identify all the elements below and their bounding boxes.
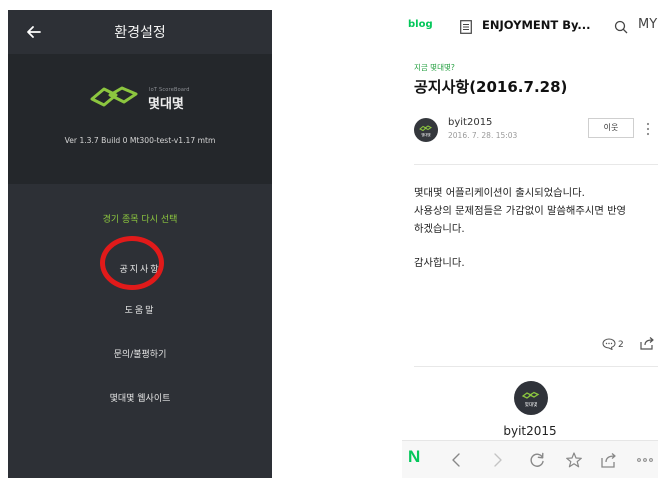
post-title: 공지사항(2016.7.28) — [414, 78, 568, 96]
body-line-2: 사용상의 문제점들은 가감없이 말씀해주시면 반영 — [414, 205, 627, 217]
menu-item-help[interactable]: 도움말 — [8, 303, 272, 316]
share-bottom-icon[interactable] — [600, 451, 618, 469]
avatar-large-text: 몇대몇 — [525, 401, 538, 408]
author-avatar-large[interactable]: 몇대몇 — [514, 381, 548, 415]
refresh-icon[interactable] — [528, 451, 546, 469]
blog-topbar: blog ENJOYMENT By... MY — [402, 10, 658, 46]
add-neighbor-button[interactable]: 이웃 — [588, 118, 634, 138]
naver-home-button[interactable]: N — [408, 447, 420, 467]
blog-logo[interactable]: blog — [408, 19, 433, 30]
post-category[interactable]: 지금 몇대몇? — [414, 62, 455, 73]
body-line-3: 하겠습니다. — [414, 223, 465, 235]
avatar-large-logo-icon: 몇대몇 — [521, 391, 540, 408]
more-options-icon[interactable] — [646, 122, 650, 136]
avatar-text: 몇대몇 — [421, 132, 430, 137]
version-text: Ver 1.3.7 Build 0 Mt300-test-v1.17 mtm — [64, 136, 216, 145]
highlight-circle — [100, 236, 164, 290]
more-dots-icon[interactable] — [636, 451, 654, 469]
my-button[interactable]: MY — [638, 17, 657, 32]
settings-header: 환경설정 — [8, 10, 272, 54]
brand-name: 몇대몇 — [148, 97, 184, 112]
blog-menu-icon[interactable] — [460, 20, 472, 34]
footer-divider — [414, 366, 658, 367]
comment-icon[interactable] — [602, 338, 616, 350]
author-name[interactable]: byit2015 — [448, 117, 492, 128]
settings-screen: 환경설정 IoT ScoreBoard 몇대몇 Ver 1.3.7 Build … — [8, 10, 272, 478]
settings-title: 환경설정 — [114, 25, 166, 41]
back-icon[interactable] — [448, 451, 466, 469]
author-name-bottom[interactable]: byit2015 — [402, 424, 658, 438]
content-divider — [414, 164, 658, 165]
share-icon[interactable] — [640, 336, 655, 350]
avatar-logo-icon: 몇대몇 — [419, 125, 432, 137]
brand-area: IoT ScoreBoard 몇대몇 Ver 1.3.7 Build 0 Mt3… — [8, 54, 272, 184]
body-line-1: 몇대몇 어플리케이션이 출시되었습니다. — [414, 187, 585, 199]
author-avatar[interactable]: 몇대몇 — [414, 118, 438, 142]
menu-item-inquiry[interactable]: 문의/불평하기 — [8, 347, 272, 360]
comment-count[interactable]: 2 — [618, 340, 624, 350]
star-icon[interactable] — [565, 451, 583, 469]
blog-title[interactable]: ENJOYMENT By... — [482, 18, 591, 32]
forward-icon[interactable] — [488, 451, 506, 469]
body-line-4: 감사합니다. — [414, 257, 465, 269]
blog-post-screen: blog ENJOYMENT By... MY 지금 몇대몇? 공지사항(201… — [402, 10, 658, 478]
brand-logo-icon — [90, 86, 138, 107]
post-date: 2016. 7. 28. 15:03 — [448, 131, 518, 140]
menu-item-website[interactable]: 몇대몇 웹사이트 — [8, 391, 272, 404]
menu-item-reselect-sport[interactable]: 경기 종목 다시 선택 — [8, 212, 272, 225]
search-icon[interactable] — [614, 20, 628, 34]
browser-bottom-bar: N — [402, 440, 658, 478]
